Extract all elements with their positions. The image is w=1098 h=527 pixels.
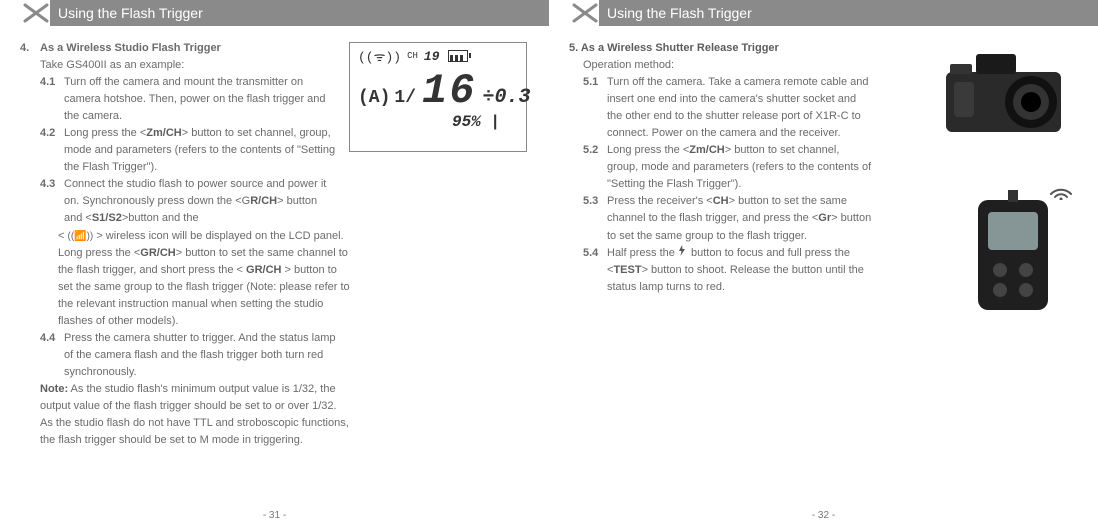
lcd-panel: ((ᯤ)) CH 19 (A) 1/ 16 ÷0.3 95% | [349,42,527,152]
item-4-2: 4.2 Long press the <Zm/CH> button to set… [20,125,340,176]
sub-body: Half press the button to focus and full … [607,245,873,296]
sub-body: Long press the <Zm/CH> button to set cha… [607,142,873,193]
item-5-2: 5.2 Long press the <Zm/CH> button to set… [569,142,873,193]
note-text: As the studio flash's minimum output val… [40,383,349,446]
sub-body: Turn off the camera and mount the transm… [64,74,340,125]
sub-number: 4.2 [40,125,64,176]
wireless-icon: ((📶)) [67,231,93,242]
item-5-1: 5.1 Turn off the camera. Take a camera r… [569,74,873,142]
sub-number: 5.2 [583,142,607,193]
note-label: Note: [40,383,68,395]
lcd-ch-value: 19 [424,49,440,64]
antenna-icon: ((ᯤ)) [358,47,401,65]
lcd-percent: 95% | [358,113,518,131]
battery-icon [448,50,468,62]
sub-body: Turn off the camera. Take a camera remot… [607,74,873,142]
lcd-ch-label: CH [407,51,418,61]
section-header: Using the Flash Trigger [50,0,549,26]
lcd-group: (A) [358,88,390,108]
section-header-text: Using the Flash Trigger [58,5,203,21]
sub-number: 4.3 [40,176,64,227]
sub-number: 4.1 [40,74,64,125]
wifi-icon [1049,180,1073,205]
item-5-4: 5.4 Half press the button to focus and f… [569,245,873,296]
sub-number: 5.4 [583,245,607,296]
item-title: As a Wireless Studio Flash Trigger [40,40,221,57]
sub-number: 4.4 [40,330,64,381]
section-header-text: Using the Flash Trigger [607,5,752,21]
item-title: As a Wireless Shutter Release Trigger [578,42,779,54]
item-number: 5. [569,42,578,54]
page-number: - 31 - [0,510,549,521]
item-4-3: 4.3 Connect the studio flash to power so… [20,176,336,227]
header-x-icon [571,2,599,24]
lcd-big-value: 16 [422,67,476,115]
item-5-3: 5.3 Press the receiver's <CH> button to … [569,193,873,244]
sub-number: 5.3 [583,193,607,244]
sub-body: Long press the <Zm/CH> button to set cha… [64,125,340,176]
item-number: 4. [20,40,40,57]
sub-body: Connect the studio flash to power source… [64,176,336,227]
bolt-icon [678,245,688,262]
item-4-1: 4.1 Turn off the camera and mount the tr… [20,74,340,125]
sub-body: Press the receiver's <CH> button to set … [607,193,873,244]
page-32: Using the Flash Trigger 5. As a Wireless… [549,0,1098,527]
receiver-image [958,190,1068,320]
lcd-row-main: (A) 1/ 16 ÷0.3 [358,67,518,115]
sub-body: Press the camera shutter to trigger. And… [64,330,336,381]
item-4-3-cont: < ((📶)) > wireless icon will be displaye… [20,228,354,330]
page-31: Using the Flash Trigger 4. As a Wireless… [0,0,549,527]
page-number: - 32 - [549,510,1098,521]
lcd-ratio: 1/ [394,88,416,108]
camera-image [936,42,1076,142]
item-4-4: 4.4 Press the camera shutter to trigger.… [20,330,336,381]
lcd-row-top: ((ᯤ)) CH 19 [358,47,518,65]
lcd-small-value: ÷0.3 [482,86,530,109]
sub-number: 5.1 [583,74,607,142]
header-x-icon [22,2,50,24]
section-header: Using the Flash Trigger [599,0,1098,26]
note: Note: As the studio flash's minimum outp… [20,381,350,449]
